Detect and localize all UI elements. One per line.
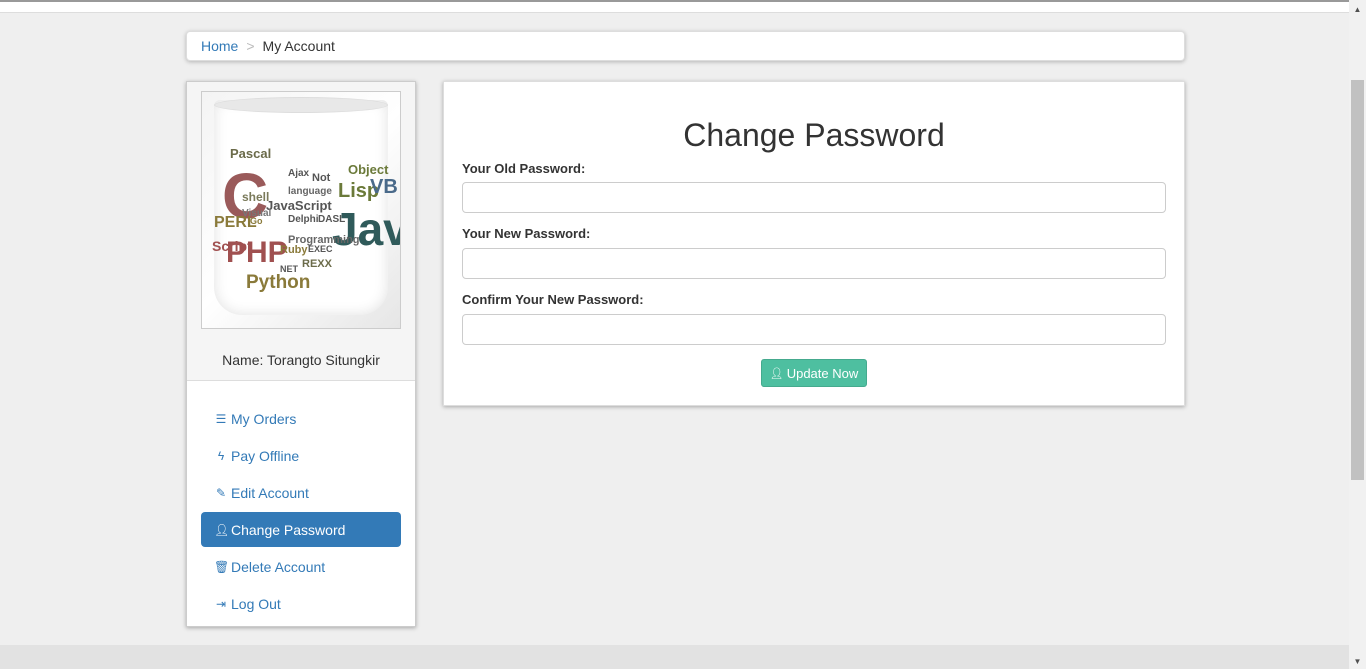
breadcrumb-home-link[interactable]: Home — [201, 38, 238, 54]
change-password-panel: Change Password Your Old Password: Your … — [443, 81, 1185, 406]
menu-item-pay-offline[interactable]: ϟ Pay Offline — [201, 438, 401, 473]
menu-item-log-out[interactable]: ⇥ Log Out — [201, 586, 401, 621]
avatar-word: JavaScript — [266, 198, 332, 213]
list-icon: ☰ — [215, 411, 227, 426]
trash-icon: 🗑︎ — [214, 559, 230, 574]
menu-item-label: Log Out — [231, 595, 281, 612]
new-password-field[interactable] — [462, 248, 1166, 279]
avatar-word: VB — [370, 176, 398, 198]
avatar-word: NET — [280, 264, 298, 274]
menu-item-label: My Orders — [231, 410, 297, 427]
menu-item-label: Pay Offline — [231, 447, 300, 464]
top-bar — [0, 0, 1349, 13]
avatar-word: Ajax — [288, 168, 310, 179]
avatar-word: Object — [348, 162, 389, 177]
avatar: Pascal C Ajax Lisp VB Object shell langu… — [201, 91, 401, 329]
confirm-password-field[interactable] — [462, 314, 1166, 345]
avatar-word: DASL — [318, 214, 346, 225]
footer-strip — [0, 645, 1349, 669]
menu-item-edit-account[interactable]: ✎ Edit Account — [201, 475, 401, 510]
update-now-button[interactable]: 👤︎ Update Now — [761, 359, 867, 387]
pencil-icon: ✎ — [215, 485, 227, 500]
account-menu: ☰ My Orders ϟ Pay Offline ✎ Edit Account… — [187, 381, 415, 621]
scroll-down-icon[interactable]: ▼ — [1349, 654, 1366, 669]
breadcrumb-current: My Account — [262, 38, 335, 54]
user-icon: 👤︎ — [214, 522, 230, 537]
avatar-word: Ruby — [280, 244, 308, 256]
avatar-word: Java — [332, 203, 400, 255]
scrollbar-thumb[interactable] — [1351, 80, 1364, 480]
bolt-icon: ϟ — [217, 448, 225, 463]
avatar-word: Python — [246, 272, 311, 293]
account-sidebar: Pascal C Ajax Lisp VB Object shell langu… — [186, 81, 416, 627]
mug-rim — [214, 97, 388, 113]
avatar-word: language — [288, 186, 332, 197]
page-title: Change Password — [683, 117, 945, 153]
menu-item-delete-account[interactable]: 🗑︎ Delete Account — [201, 549, 401, 584]
avatar-word: Script — [212, 238, 252, 254]
page-scrollbar[interactable]: ▲ ▼ — [1349, 0, 1366, 669]
scroll-up-icon[interactable]: ▲ — [1349, 2, 1366, 17]
menu-item-label: Delete Account — [231, 558, 326, 575]
user-lock-icon: 👤︎ — [769, 367, 784, 380]
avatar-word: REXX — [302, 258, 332, 270]
breadcrumb: Home > My Account — [186, 31, 1185, 61]
avatar-word: EXEC — [308, 244, 333, 254]
new-password-label: Your New Password: — [462, 226, 591, 241]
confirm-password-label: Confirm Your New Password: — [462, 292, 644, 307]
update-now-label: Update Now — [786, 365, 859, 381]
avatar-word: PERL — [214, 214, 257, 231]
avatar-word: Not — [312, 172, 331, 184]
old-password-field[interactable] — [462, 182, 1166, 213]
menu-item-label: Change Password — [231, 521, 346, 538]
profile-name: Name: Torangto Situngkir — [222, 352, 380, 368]
menu-item-my-orders[interactable]: ☰ My Orders — [201, 401, 401, 436]
breadcrumb-separator: > — [246, 38, 255, 54]
sign-out-icon: ⇥ — [215, 596, 227, 611]
avatar-word: Delphi — [288, 214, 319, 225]
avatar-word: Pascal — [230, 146, 272, 161]
menu-item-change-password[interactable]: 👤︎ Change Password — [201, 512, 401, 547]
old-password-label: Your Old Password: — [462, 161, 586, 176]
profile-card: Pascal C Ajax Lisp VB Object shell langu… — [187, 82, 415, 381]
menu-item-label: Edit Account — [231, 484, 309, 501]
